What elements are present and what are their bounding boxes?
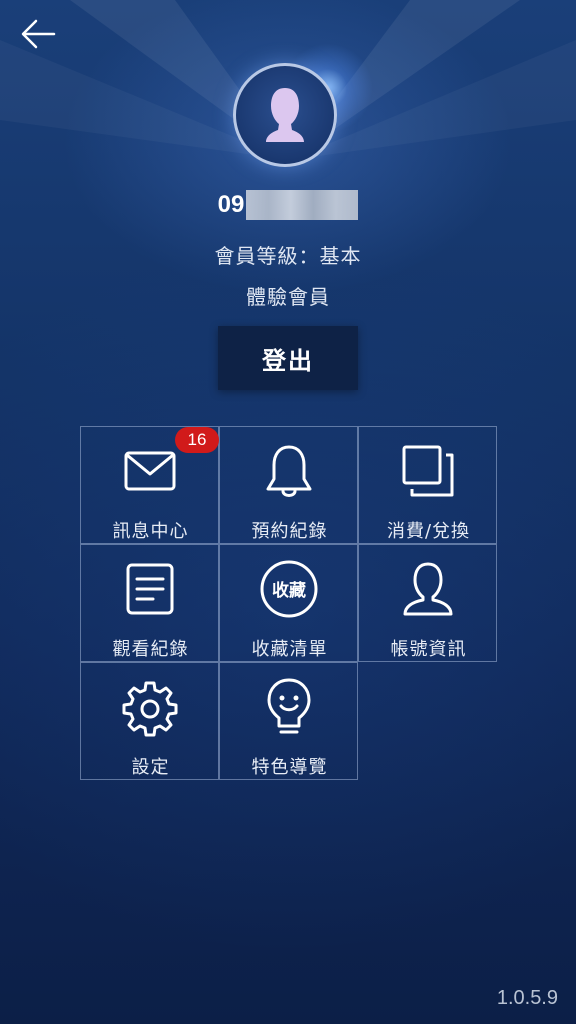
menu-grid: 16 訊息中心 預約紀錄 消費/兌換 觀看紀錄 收藏 收藏清單 帳號資訊 設定 …: [80, 426, 497, 781]
menu-item-label: 設定: [131, 757, 170, 778]
unread-badge: 16: [175, 427, 219, 453]
menu-item-label: 收藏清單: [251, 639, 328, 660]
phone-redacted: [246, 190, 359, 220]
arrow-left-icon: [21, 19, 56, 49]
menu-item-label: 預約紀錄: [251, 521, 328, 542]
menu-item-favorites[interactable]: 收藏 收藏清單: [219, 544, 358, 662]
favorites-icon-text: 收藏: [272, 580, 306, 601]
phone-number: 09: [0, 190, 576, 222]
document-icon: [126, 563, 174, 615]
menu-item-messages[interactable]: 16 訊息中心: [80, 426, 219, 544]
menu-item-feature-tour[interactable]: 特色導覽: [219, 662, 358, 780]
mail-icon: [124, 451, 176, 491]
phone-prefix: 09: [217, 191, 245, 218]
menu-item-label: 特色導覽: [251, 757, 328, 778]
app-version: 1.0.5.9: [496, 987, 558, 1009]
menu-item-reservations[interactable]: 預約紀錄: [219, 426, 358, 544]
menu-item-settings[interactable]: 設定: [80, 662, 219, 780]
user-silhouette-icon: [266, 88, 304, 142]
menu-item-watch-history[interactable]: 觀看紀錄: [80, 544, 219, 662]
logout-button[interactable]: 登出: [218, 326, 358, 390]
menu-item-label: 帳號資訊: [390, 639, 467, 660]
bell-icon: [266, 445, 312, 497]
copy-icon: [402, 445, 454, 497]
menu-item-label: 消費/兌換: [386, 521, 471, 542]
member-type: 體驗會員: [246, 285, 330, 309]
gear-icon: [122, 681, 178, 737]
back-button[interactable]: [18, 16, 58, 52]
profile-avatar[interactable]: [233, 43, 373, 173]
lightbulb-icon: [267, 678, 311, 734]
user-icon: [403, 562, 453, 616]
member-level: 會員等級：基本: [214, 244, 362, 268]
menu-item-label: 觀看紀錄: [112, 639, 189, 660]
favorites-icon: 收藏: [260, 560, 318, 618]
menu-item-purchases[interactable]: 消費/兌換: [358, 426, 497, 544]
avatar: [233, 63, 337, 167]
menu-item-label: 訊息中心: [112, 521, 189, 542]
menu-item-account-info[interactable]: 帳號資訊: [358, 544, 497, 662]
